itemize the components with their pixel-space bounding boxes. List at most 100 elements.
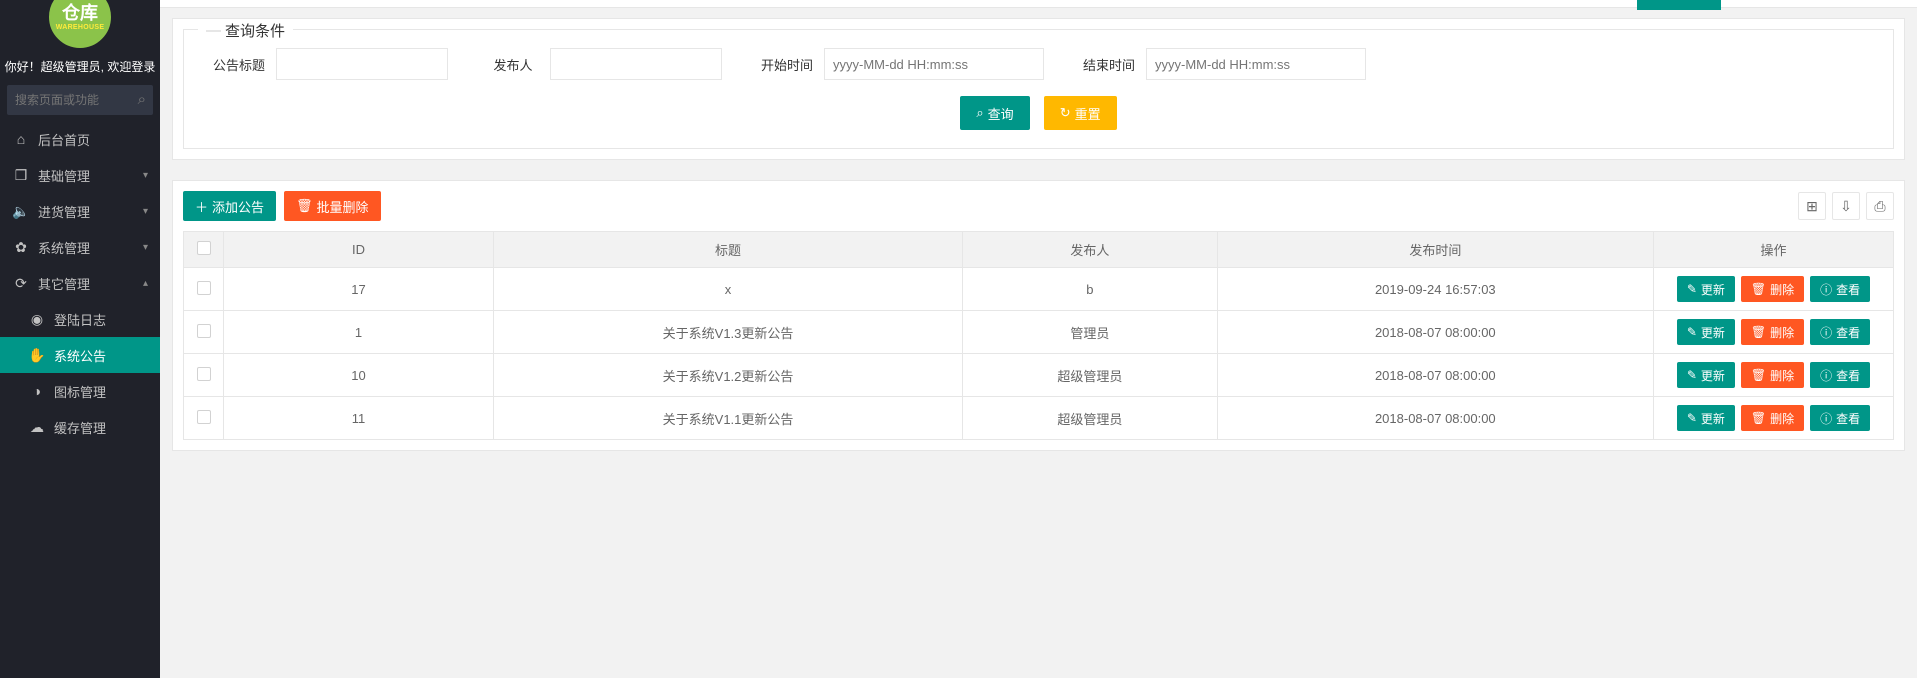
publisher-label: 发布人 [476,55,550,74]
nav-other[interactable]: ⟳ 其它管理 ▴ [0,265,160,301]
subnav-icons[interactable]: ◑ 图标管理 [0,373,160,409]
gear-icon: ✿ [12,239,30,256]
nav-label: 后台首页 [38,130,148,149]
reset-btn-label: 重置 [1075,104,1101,123]
update-button[interactable]: ✎ 更新 [1677,405,1735,431]
nav-purchase[interactable]: 🔈 进货管理 ▾ [0,193,160,229]
info-icon: ⓘ [1820,281,1832,298]
th-pubtime: 发布时间 [1217,232,1653,268]
pencil-icon: ✎ [1687,325,1697,339]
field-title: 公告标题 [202,48,448,80]
data-table: ID 标题 发布人 发布时间 操作 17xb2019-09-24 16:57:0… [183,231,1894,440]
delete-button[interactable]: 🗑 删除 [1741,319,1804,345]
cell-title: 关于系统V1.1更新公告 [494,397,963,440]
cell-id: 10 [224,354,494,397]
logo-wrap: 仓库 WAREHOUSE [0,0,160,52]
search-button[interactable]: ⌕ 查询 [960,96,1029,130]
update-button[interactable]: ✎ 更新 [1677,362,1735,388]
nav-label: 登陆日志 [54,310,148,329]
export-button[interactable]: ⇩ [1832,192,1860,220]
info-icon: ⓘ [1820,324,1832,341]
pencil-icon: ✎ [1687,411,1697,425]
row-checkbox[interactable] [197,324,211,338]
row-checkbox[interactable] [197,410,211,424]
logo-subtext: WAREHOUSE [56,24,105,31]
view-button[interactable]: ⓘ 查看 [1810,276,1870,302]
table-panel: ＋ 添加公告 🗑 批量删除 ⊞ ⇩ ⎙ [172,180,1905,451]
chevron-down-icon: ▾ [143,206,148,217]
publisher-input[interactable] [550,48,722,80]
topbar [160,0,1917,8]
field-publisher: 发布人 [476,48,722,80]
nav-sub: ◉ 登陆日志 ✋ 系统公告 ◑ 图标管理 ☁ 缓存管理 [0,301,160,445]
search-icon[interactable]: ⌕ [138,91,146,108]
columns-button[interactable]: ⊞ [1798,192,1826,220]
reload-icon: ↻ [1060,105,1071,121]
cell-pubtime: 2019-09-24 16:57:03 [1217,268,1653,311]
pencil-icon: ✎ [1687,282,1697,296]
sidebar-search: ⌕ [0,85,160,121]
th-checkbox [184,232,224,268]
pencil-icon: ✎ [1687,368,1697,382]
search-input[interactable] [7,85,153,115]
cell-id: 11 [224,397,494,440]
cell-title: 关于系统V1.2更新公告 [494,354,963,397]
select-all-checkbox[interactable] [197,241,211,255]
print-button[interactable]: ⎙ [1866,192,1894,220]
nav-label: 基础管理 [38,166,143,185]
chevron-down-icon: ▾ [143,170,148,181]
add-button[interactable]: ＋ 添加公告 [183,191,276,221]
nav-label: 缓存管理 [54,418,148,437]
delete-button[interactable]: 🗑 删除 [1741,276,1804,302]
table-row: 11关于系统V1.1更新公告超级管理员2018-08-07 08:00:00✎ … [184,397,1894,440]
nav-label: 进货管理 [38,202,143,221]
update-button[interactable]: ✎ 更新 [1677,319,1735,345]
update-button[interactable]: ✎ 更新 [1677,276,1735,302]
reset-button[interactable]: ↻ 重置 [1044,96,1117,130]
search-btn-label: 查询 [988,104,1014,123]
logo-text: 仓库 [62,4,98,22]
starttime-label: 开始时间 [750,55,824,74]
trash-icon: 🗑 [1751,368,1766,382]
table-row: 10关于系统V1.2更新公告超级管理员2018-08-07 08:00:00✎ … [184,354,1894,397]
endtime-input[interactable] [1146,48,1366,80]
cell-publisher: b [963,268,1218,311]
cell-pubtime: 2018-08-07 08:00:00 [1217,397,1653,440]
legend-text: 查询条件 [225,20,285,41]
starttime-input[interactable] [824,48,1044,80]
cube-icon: ❒ [12,167,30,184]
view-button[interactable]: ⓘ 查看 [1810,405,1870,431]
query-buttons: ⌕ 查询 ↻ 重置 [202,96,1875,130]
eye-icon: ◉ [28,311,46,328]
row-checkbox[interactable] [197,281,211,295]
table-header-row: ID 标题 发布人 发布时间 操作 [184,232,1894,268]
cell-title: x [494,268,963,311]
nav-label: 系统公告 [54,346,148,365]
topbar-active-tab[interactable] [1637,0,1721,10]
refresh-icon: ⟳ [12,275,30,292]
trash-icon: 🗑 [1751,325,1766,339]
view-button[interactable]: ⓘ 查看 [1810,362,1870,388]
subnav-loginlog[interactable]: ◉ 登陆日志 [0,301,160,337]
dash-icon: — [206,22,219,39]
nav-home[interactable]: ⌂ 后台首页 [0,121,160,157]
batch-delete-button[interactable]: 🗑 批量删除 [284,191,381,221]
endtime-label: 结束时间 [1072,55,1146,74]
delete-button[interactable]: 🗑 删除 [1741,405,1804,431]
view-button[interactable]: ⓘ 查看 [1810,319,1870,345]
nav-system[interactable]: ✿ 系统管理 ▾ [0,229,160,265]
query-legend: — 查询条件 [198,20,293,41]
subnav-announcement[interactable]: ✋ 系统公告 [0,337,160,373]
field-endtime: 结束时间 [1072,48,1366,80]
nav-basic[interactable]: ❒ 基础管理 ▾ [0,157,160,193]
title-input[interactable] [276,48,448,80]
chevron-up-icon: ▴ [143,278,148,289]
row-checkbox[interactable] [197,367,211,381]
th-ops: 操作 [1654,232,1894,268]
add-btn-label: 添加公告 [212,197,264,216]
cloud-icon: ☁ [28,419,46,436]
delete-button[interactable]: 🗑 删除 [1741,362,1804,388]
subnav-cache[interactable]: ☁ 缓存管理 [0,409,160,445]
cell-title: 关于系统V1.3更新公告 [494,311,963,354]
columns-icon: ⊞ [1806,198,1818,215]
